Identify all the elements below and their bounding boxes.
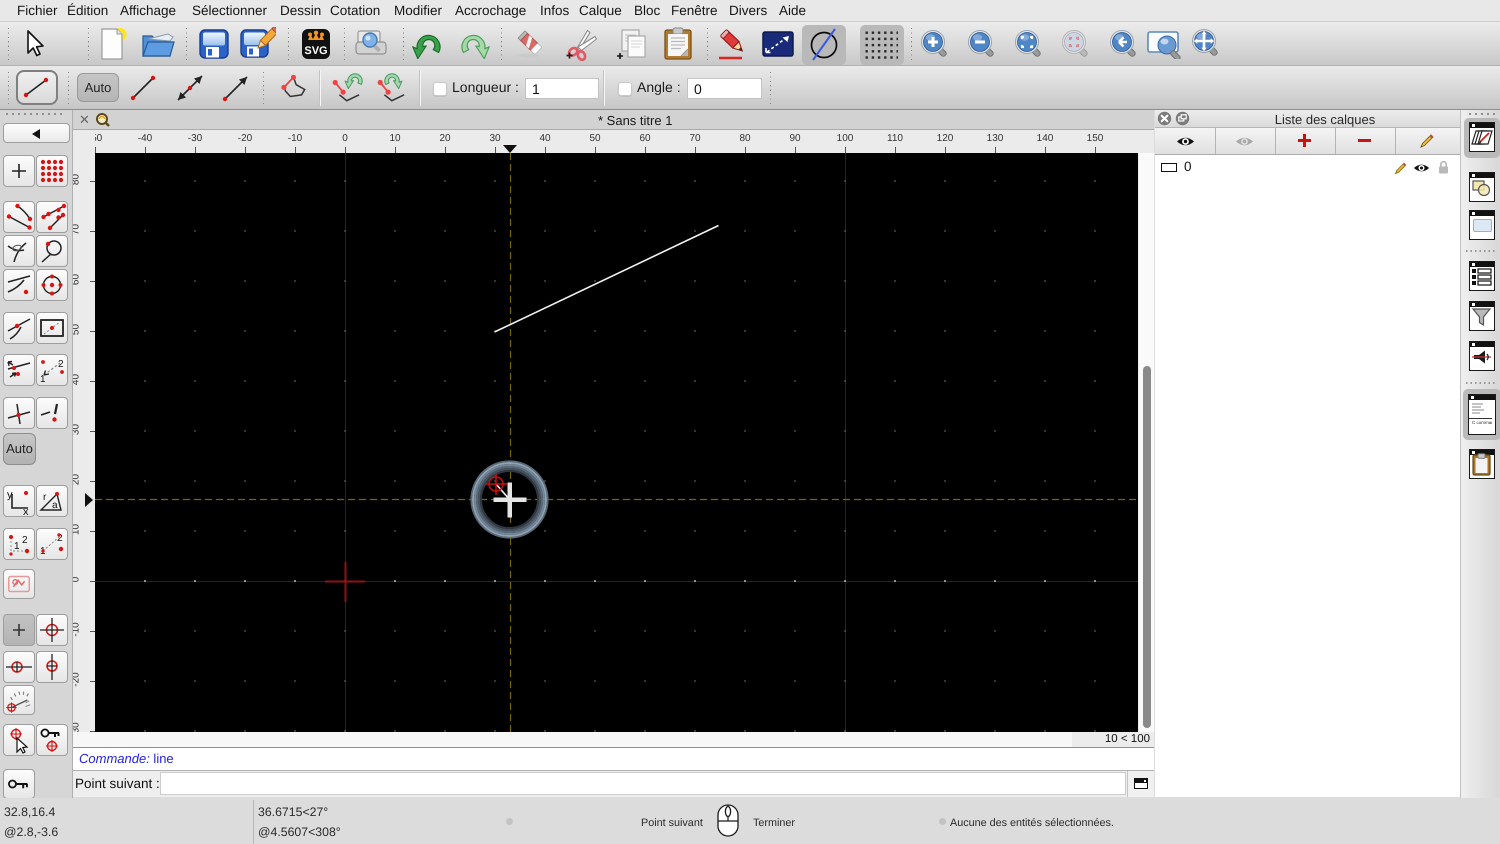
svg-text:1: 1: [14, 541, 20, 552]
svg-text:y: y: [7, 489, 13, 501]
svg-text:2: 2: [22, 535, 28, 546]
svg-text:2: 2: [58, 359, 64, 370]
svg-text:r: r: [43, 492, 47, 503]
svg-text:SVG: SVG: [304, 45, 327, 57]
svg-text:x: x: [23, 506, 29, 516]
svg-text:C command: C command: [1472, 420, 1492, 425]
svg-text:a: a: [52, 500, 58, 511]
svg-text:1: 1: [40, 374, 46, 385]
